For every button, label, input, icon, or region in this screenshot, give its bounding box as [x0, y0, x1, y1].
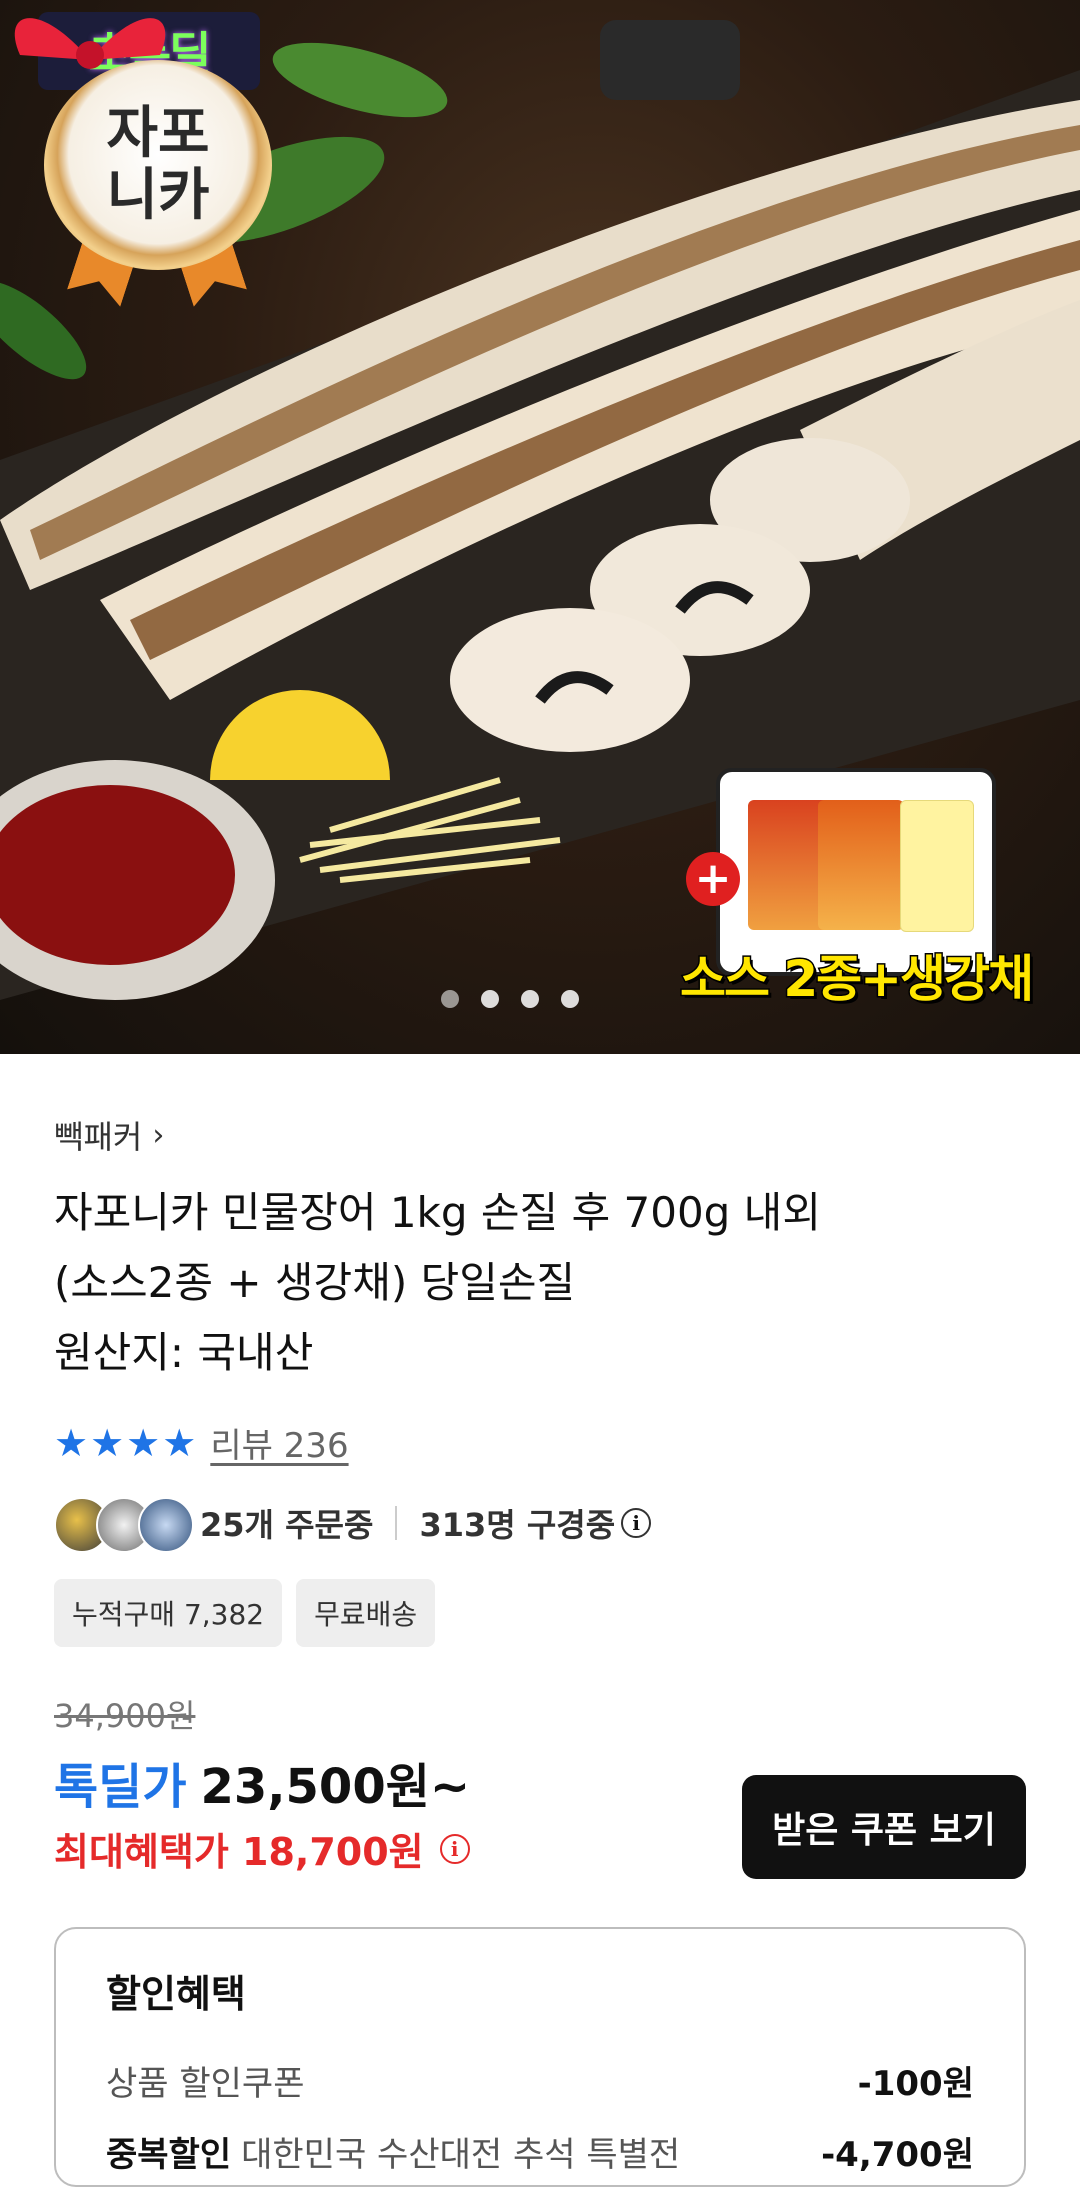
benefit-label-bold: 중복할인 [106, 2135, 232, 2175]
view-coupons-button[interactable]: 받은 쿠폰 보기 [742, 1775, 1026, 1879]
star-icon: ★ [54, 1420, 89, 1465]
benefit-label-text: 대한민국 수산대전 추석 특별전 [241, 2135, 681, 2175]
tag-cumulative-purchase: 누적구매 7,382 [54, 1579, 283, 1647]
gift-bow-icon [14, 18, 166, 69]
discount-benefits-box: 할인혜택 상품 할인쿠폰 -100원 중복할인 대한민국 수산대전 추석 특별전 … [54, 1927, 1026, 2187]
seller-link[interactable]: 빽패커 › [54, 1112, 1026, 1158]
info-icon[interactable]: i [439, 1833, 470, 1864]
product-info: 빽패커 › 자포니카 민물장어 1kg 손질 후 700g 내외 (소스2종 +… [0, 1112, 1080, 2187]
carousel-dot[interactable] [561, 990, 579, 1008]
carousel-dot[interactable] [481, 990, 499, 1008]
benefit-row: 상품 할인쿠폰 -100원 [106, 2056, 974, 2105]
live-activity-row: 25개 주문중 313명 구경중 i [54, 1495, 1026, 1553]
benefit-label: 중복할인 대한민국 수산대전 추석 특별전 [106, 2127, 680, 2176]
carousel-dot[interactable] [521, 990, 539, 1008]
benefit-title: 할인혜택 [106, 1972, 246, 2016]
browsing-count: 313명 구경중 [419, 1506, 616, 1544]
product-title: 자포니카 민물장어 1kg 손질 후 700g 내외 (소스2종 + 생강채) … [54, 1178, 1026, 1388]
original-price: 34,900원 [54, 1697, 196, 1735]
star-rating: ★ ★ ★ ★ [54, 1424, 196, 1462]
avatar [138, 1497, 194, 1553]
title-line-1: 자포니카 민물장어 1kg 손질 후 700g 내외 [54, 1188, 821, 1237]
carousel-indicator [0, 990, 1080, 1008]
benefit-label-text: 상품 할인쿠폰 [106, 2064, 305, 2104]
review-link[interactable]: 리뷰 236 [210, 1418, 348, 1467]
sauce-package-2 [818, 800, 904, 930]
info-icon[interactable]: i [621, 1508, 652, 1538]
benefit-amount: -100원 [857, 2064, 974, 2104]
ordering-count: 25개 주문중 [200, 1506, 374, 1544]
title-line-2: (소스2종 + 생강채) 당일손질 [54, 1258, 576, 1307]
product-image-carousel[interactable]: 초톡딜 자포 니카 + 소스 2종+생강채 [0, 0, 1080, 1054]
price-section: 34,900원 톡딜가 23,500원~ 최대혜택가 18,700원 i 받은 … [54, 1691, 1026, 1891]
plus-icon: + [686, 852, 740, 906]
benefit-amount: -4,700원 [821, 2135, 974, 2175]
chevron-right-icon: › [152, 1117, 165, 1153]
title-line-3: 원산지: 국내산 [54, 1328, 314, 1377]
deal-label: 톡딜가 [54, 1759, 187, 1815]
medal-label: 자포 니카 [106, 101, 210, 228]
ginger-package [900, 800, 974, 932]
benefit-label: 상품 할인쿠폰 [106, 2056, 305, 2105]
divider [395, 1506, 398, 1540]
benefit-row: 중복할인 대한민국 수산대전 추석 특별전 -4,700원 [106, 2127, 974, 2176]
carousel-dot[interactable] [441, 990, 459, 1008]
deal-price: 23,500원~ [200, 1759, 471, 1815]
tag-free-shipping: 무료배송 [296, 1579, 436, 1647]
rating-row: ★ ★ ★ ★ 리뷰 236 [54, 1418, 1026, 1467]
star-icon: ★ [162, 1420, 197, 1465]
buyer-avatars [54, 1495, 194, 1553]
star-icon: ★ [90, 1420, 125, 1465]
product-tags: 누적구매 7,382 무료배송 [54, 1579, 1026, 1647]
seller-name: 빽패커 [54, 1118, 143, 1156]
star-icon: ★ [126, 1420, 161, 1465]
max-benefit-price: 최대혜택가 18,700원 [54, 1830, 424, 1874]
japonica-medal: 자포 니카 [44, 60, 272, 270]
